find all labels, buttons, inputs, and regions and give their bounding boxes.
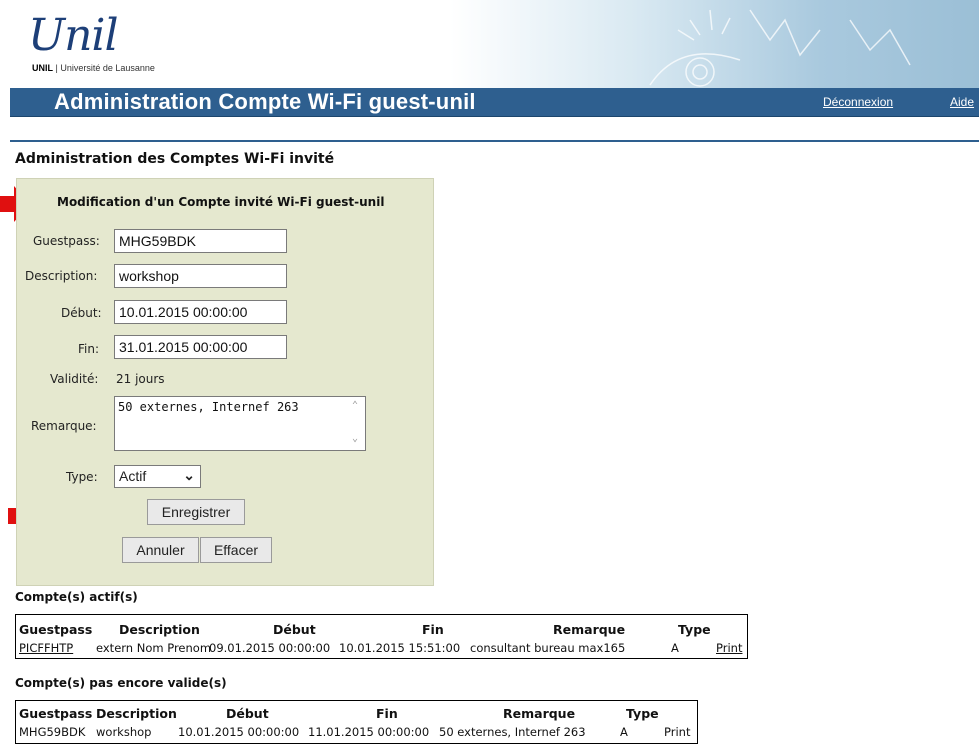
guestpass-link[interactable]: PICFFHTP [19, 641, 73, 655]
row-type: A [671, 641, 679, 655]
save-button[interactable]: Enregistrer [147, 499, 245, 525]
print-link[interactable]: Print [664, 725, 690, 739]
column-header: Description [119, 622, 200, 637]
row-debut: 10.01.2015 00:00:00 [178, 725, 300, 739]
app-title: Administration Compte Wi-Fi guest-unil [54, 89, 476, 114]
logo-org-name: UNIL | Université de Lausanne [32, 63, 155, 73]
scroll-down-icon[interactable]: ⌄ [352, 434, 362, 444]
active-accounts-table: Guestpass Description Début Fin Remarque… [15, 614, 748, 659]
column-header: Remarque [503, 706, 576, 721]
header-sun-decoration [649, 9, 911, 87]
logo-org-bold: UNIL [32, 63, 53, 73]
row-type: A [620, 725, 628, 739]
logo-org-rest: | Université de Lausanne [53, 63, 155, 73]
remarque-text: 50 externes, Internef 263 [118, 400, 299, 414]
column-header: Description [96, 706, 177, 721]
type-select-value: Actif [119, 468, 147, 484]
debut-field[interactable]: 10.01.2015 00:00:00 [114, 300, 287, 324]
title-bar: Administration Compte Wi-Fi guest-unil D… [10, 88, 979, 117]
remarque-label: Remarque: [31, 419, 97, 433]
logout-link[interactable]: Déconnexion [823, 95, 893, 109]
guestpass-field[interactable]: MHG59BDK [114, 229, 287, 253]
row-remarque: 50 externes, Internef 263 [439, 725, 586, 739]
column-header: Guestpass [19, 706, 93, 721]
header-divider [10, 140, 979, 142]
column-header: Fin [422, 622, 444, 637]
unil-logo: Unil [28, 10, 119, 61]
column-header: Guestpass [19, 622, 93, 637]
validite-value: 21 jours [116, 372, 165, 386]
page-title: Administration des Comptes Wi-Fi invité [15, 151, 335, 167]
help-link[interactable]: Aide [950, 95, 974, 109]
fin-field[interactable]: 31.01.2015 00:00:00 [114, 335, 287, 359]
scroll-up-icon[interactable]: ⌃ [352, 401, 362, 411]
clear-button[interactable]: Effacer [200, 537, 272, 563]
column-header: Type [678, 622, 711, 637]
description-field[interactable]: workshop [114, 264, 287, 288]
site-header: Unil UNIL | Université de Lausanne [0, 0, 979, 88]
row-remarque: consultant bureau max165 [470, 641, 626, 655]
column-header: Fin [376, 706, 398, 721]
row-description: workshop [96, 725, 152, 739]
row-guestpass: MHG59BDK [19, 725, 86, 739]
column-header: Début [226, 706, 269, 721]
debut-label: Début: [61, 306, 102, 320]
guestpass-label: Guestpass: [33, 234, 100, 248]
row-description: extern Nom Prenom [96, 641, 212, 655]
type-label: Type: [66, 470, 98, 484]
pending-accounts-table: Guestpass Description Début Fin Remarque… [15, 700, 698, 744]
cancel-button[interactable]: Annuler [122, 537, 199, 563]
print-link[interactable]: Print [716, 641, 742, 655]
active-accounts-title: Compte(s) actif(s) [15, 590, 138, 604]
header-decoration [450, 0, 979, 88]
column-header: Type [626, 706, 659, 721]
row-fin: 11.01.2015 00:00:00 [308, 725, 430, 739]
row-fin: 10.01.2015 15:51:00 [339, 641, 461, 655]
fin-label: Fin: [78, 342, 100, 356]
type-select[interactable]: Actif ⌄ [114, 465, 201, 488]
column-header: Remarque [553, 622, 626, 637]
column-header: Début [273, 622, 316, 637]
description-label: Description: [25, 269, 98, 283]
remarque-textarea[interactable]: 50 externes, Internef 263 ⌃ ⌄ [114, 396, 366, 451]
row-debut: 09.01.2015 00:00:00 [209, 641, 331, 655]
pending-accounts-title: Compte(s) pas encore valide(s) [15, 676, 227, 690]
select-caret-icon: ⌄ [183, 467, 195, 483]
edit-account-form: Modification d'un Compte invité Wi-Fi gu… [16, 178, 434, 586]
form-title: Modification d'un Compte invité Wi-Fi gu… [57, 195, 385, 209]
validite-label: Validité: [50, 372, 99, 386]
